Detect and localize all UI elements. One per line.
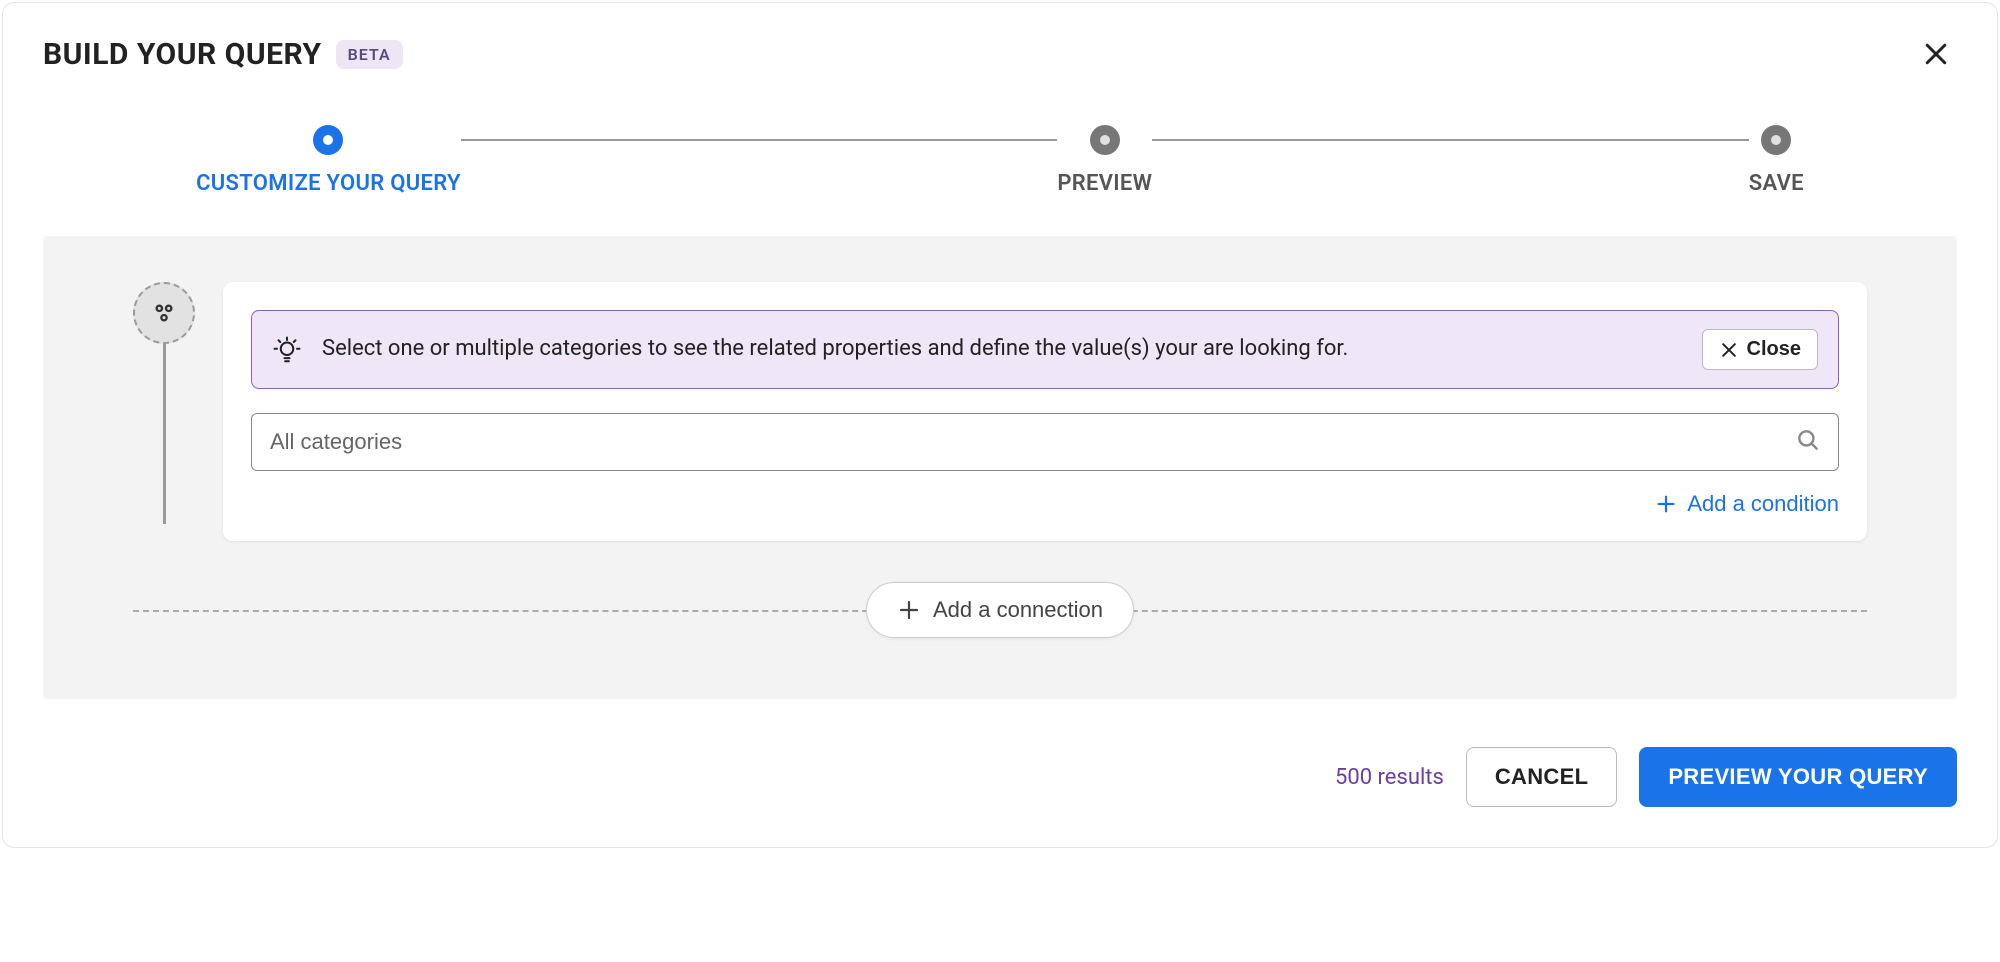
step-label: PREVIEW — [1057, 171, 1152, 196]
plus-icon — [897, 598, 921, 622]
add-condition-label: Add a condition — [1687, 491, 1839, 517]
hint-close-button[interactable]: Close — [1702, 329, 1818, 370]
add-connection-label: Add a connection — [933, 597, 1103, 623]
dots-icon — [150, 299, 178, 327]
node-icon-column — [133, 282, 195, 524]
step-customize[interactable]: CUSTOMIZE YOUR QUERY — [196, 125, 461, 196]
step-preview[interactable]: PREVIEW — [1057, 125, 1152, 196]
close-icon — [1921, 39, 1951, 69]
lightbulb-icon — [272, 335, 302, 365]
step-label: CUSTOMIZE YOUR QUERY — [196, 171, 461, 196]
node-stem — [163, 344, 166, 524]
node-circle[interactable] — [133, 282, 195, 344]
footer: 500 results CANCEL PREVIEW YOUR QUERY — [43, 747, 1957, 807]
step-connector — [1152, 139, 1748, 141]
add-condition-button[interactable]: Add a condition — [1655, 491, 1839, 517]
search-icon — [1795, 427, 1821, 457]
category-input[interactable] — [251, 413, 1839, 471]
add-condition-row: Add a condition — [251, 491, 1839, 517]
node-row: Select one or multiple categories to see… — [133, 282, 1867, 541]
close-icon — [1719, 340, 1739, 360]
category-input-wrap — [251, 413, 1839, 471]
plus-icon — [1655, 493, 1677, 515]
dialog-header: BUILD YOUR QUERY BETA — [43, 33, 1957, 75]
dialog-title: BUILD YOUR QUERY — [43, 37, 322, 72]
cancel-button[interactable]: CANCEL — [1466, 747, 1617, 807]
close-dialog-button[interactable] — [1915, 33, 1957, 75]
hint-text: Select one or multiple categories to see… — [322, 335, 1682, 364]
node-card: Select one or multiple categories to see… — [223, 282, 1867, 541]
hint-banner: Select one or multiple categories to see… — [251, 310, 1839, 389]
preview-query-button[interactable]: PREVIEW YOUR QUERY — [1639, 747, 1957, 807]
hint-close-label: Close — [1747, 338, 1801, 361]
step-dot-icon — [313, 125, 343, 155]
step-dot-icon — [1761, 125, 1791, 155]
add-connection-button[interactable]: Add a connection — [866, 582, 1134, 638]
beta-badge: BETA — [336, 40, 403, 69]
connection-row: Add a connection — [133, 581, 1867, 639]
step-dot-icon — [1090, 125, 1120, 155]
results-count: 500 results — [1335, 765, 1444, 790]
step-label: SAVE — [1749, 171, 1804, 196]
workspace: Select one or multiple categories to see… — [43, 236, 1957, 699]
query-builder-dialog: BUILD YOUR QUERY BETA CUSTOMIZE YOUR QUE… — [2, 2, 1998, 848]
title-wrap: BUILD YOUR QUERY BETA — [43, 37, 403, 72]
step-connector — [461, 139, 1057, 141]
step-save[interactable]: SAVE — [1749, 125, 1804, 196]
stepper: CUSTOMIZE YOUR QUERY PREVIEW SAVE — [196, 125, 1804, 196]
